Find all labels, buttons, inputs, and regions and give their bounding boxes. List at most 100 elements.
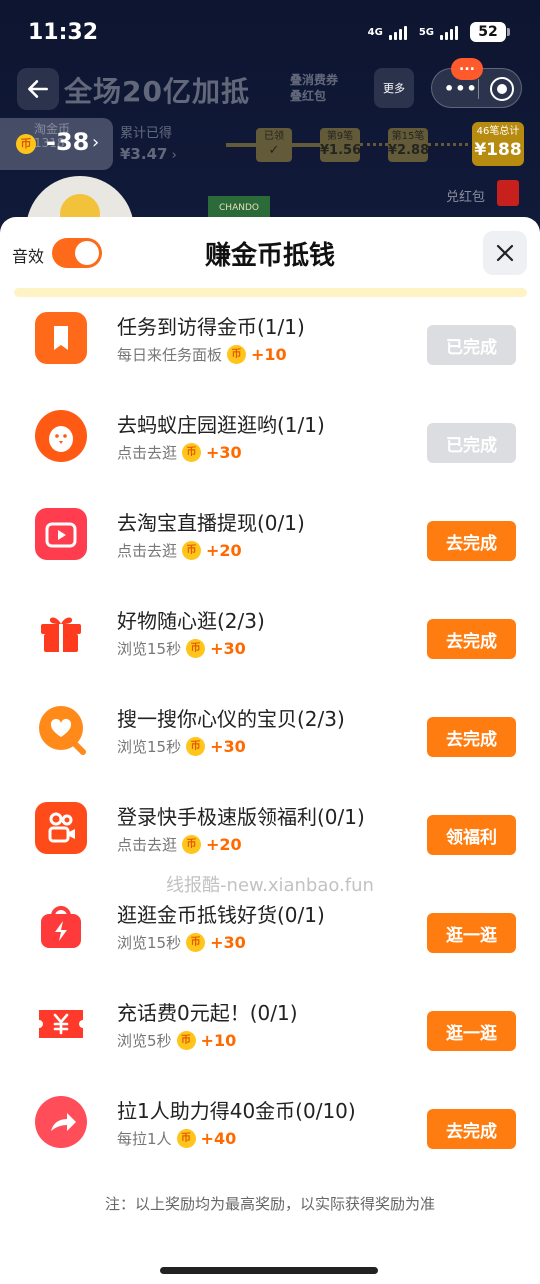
close-icon	[496, 244, 514, 262]
status-bar: 11:32 4G 5G 52	[0, 0, 540, 66]
task-hint: 浏览15秒	[117, 640, 182, 658]
task-action-button[interactable]: 逛一逛	[427, 913, 516, 953]
coin-icon: 币	[186, 737, 206, 756]
close-button[interactable]	[483, 231, 527, 275]
task-item: 去蚂蚁庄园逛逛哟(1/1) 点击去逛 币 +30 已完成	[0, 397, 540, 495]
task-list: 任务到访得金币(1/1) 每日来任务面板 币 +10 已完成 去蚂蚁庄园逛逛哟(…	[0, 299, 540, 1181]
task-hint: 点击去逛	[117, 542, 178, 560]
task-item: 逛逛金币抵钱好货(0/1) 浏览15秒 币 +30 逛一逛	[0, 887, 540, 985]
task-reward: +30	[210, 933, 246, 952]
watermark-text: 线报酷-new.xianbao.fun	[166, 875, 374, 896]
task-title: 好物随心逛(2/3)	[117, 609, 265, 633]
stage-connector	[360, 143, 388, 147]
coin-icon: 币	[176, 1031, 196, 1050]
capsule-divider	[478, 79, 479, 99]
task-item: 拉1人助力得40金币(0/10) 每拉1人 币 +40 去完成	[0, 1083, 540, 1181]
close-miniapp-icon[interactable]	[490, 77, 514, 101]
bookmark-icon	[35, 312, 87, 364]
yuan-ticket-icon	[35, 998, 87, 1050]
task-action-button[interactable]: 逛一逛	[427, 1011, 516, 1051]
banner-sub-line-1: 叠消费券	[290, 73, 339, 87]
red-packet-icon	[497, 180, 519, 206]
sheet-header: 音效 赚金币抵钱	[0, 217, 540, 289]
stage-connector	[226, 143, 256, 147]
task-reward: +40	[200, 1129, 237, 1148]
stage-connector	[292, 143, 320, 147]
task-action-button[interactable]: 领福利	[427, 815, 516, 855]
coin-delta: -38	[46, 128, 90, 156]
sheet-title: 赚金币抵钱	[204, 241, 335, 271]
more-button[interactable]: 更多	[374, 68, 414, 108]
stage-9: 第9笔 ¥1.56	[320, 128, 361, 162]
task-title: 拉1人助力得40金币(0/10)	[117, 1099, 356, 1123]
stage-received: 已领 ✓	[256, 128, 292, 162]
coin-balance-pill[interactable]: 淘金币 1318 币 -38 ›	[0, 118, 113, 170]
task-hint: 浏览5秒	[117, 1032, 172, 1050]
task-reward: +20	[206, 541, 242, 560]
task-action-button[interactable]: 去完成	[427, 521, 516, 561]
task-subtitle: 浏览5秒 币 +10	[117, 1030, 236, 1051]
task-title: 去淘宝直播提现(0/1)	[117, 511, 305, 535]
arrow-left-icon	[28, 80, 48, 98]
task-hint: 点击去逛	[117, 836, 178, 854]
task-reward: +10	[200, 1031, 237, 1050]
redeem-red-packet-link[interactable]: 兑红包	[446, 186, 485, 205]
task-hint: 浏览15秒	[117, 738, 182, 756]
task-hint: 每日来任务面板	[117, 346, 223, 364]
coin-icon: 币	[182, 835, 202, 854]
header-highlight-strip	[14, 288, 527, 297]
stage-15: 第15笔 ¥2.88	[388, 128, 429, 162]
banner-sub-line-2: 叠红包	[290, 89, 327, 103]
coin-icon: 币	[182, 443, 202, 462]
task-subtitle: 浏览15秒 币 +30	[117, 736, 246, 757]
back-button[interactable]	[17, 68, 59, 110]
task-title: 任务到访得金币(1/1)	[117, 315, 305, 339]
notification-badge: ...	[451, 58, 483, 80]
task-subtitle: 点击去逛 币 +30	[117, 442, 242, 463]
banner-subtitle: 叠消费券 叠红包	[290, 72, 338, 104]
signal-icon	[388, 24, 407, 40]
status-time: 11:32	[28, 20, 99, 45]
chevron-right-icon: ›	[92, 132, 100, 153]
progress-row: 淘金币 1318 币 -38 › 累计已得 ¥3.47 › 已领 ✓ 第9笔 ¥1.5…	[0, 118, 540, 178]
stage-connector	[428, 143, 468, 147]
task-reward: +10	[251, 345, 287, 364]
signal-icon-2	[440, 24, 458, 40]
task-subtitle: 点击去逛 币 +20	[117, 540, 242, 561]
stage-total: 46笔总计 ¥188	[472, 122, 524, 166]
task-item: 充话费0元起！(0/1) 浏览5秒 币 +10 逛一逛	[0, 985, 540, 1083]
status-indicators: 4G 5G 52	[367, 22, 510, 42]
coin-icon: 币	[186, 933, 206, 952]
task-title: 逛逛金币抵钱好货(0/1)	[117, 903, 325, 927]
gift-icon	[35, 606, 87, 658]
task-hint: 点击去逛	[117, 444, 178, 462]
task-title: 充话费0元起！(0/1)	[117, 1001, 298, 1025]
footnote: 注：以上奖励均为最高奖励，以实际获得奖励为准	[104, 1195, 435, 1213]
home-indicator[interactable]	[160, 1267, 378, 1274]
task-reward: +30	[210, 639, 246, 658]
task-subtitle: 点击去逛 币 +20	[117, 834, 242, 855]
task-action-button[interactable]: 去完成	[427, 619, 516, 659]
kuaishou-icon	[35, 802, 87, 854]
banner-title: 全场20亿加抵	[64, 75, 250, 108]
shopping-bag-icon	[35, 900, 87, 952]
task-action-button[interactable]: 去完成	[427, 1109, 516, 1149]
task-item: 好物随心逛(2/3) 浏览15秒 币 +30 去完成	[0, 593, 540, 691]
task-reward: +30	[210, 737, 246, 756]
more-dots-icon[interactable]: •••	[444, 79, 478, 98]
coin-icon: 币	[176, 1129, 196, 1148]
live-tv-icon	[35, 508, 87, 560]
heart-search-icon	[35, 704, 87, 756]
task-action-button[interactable]: 去完成	[427, 717, 516, 757]
task-action-button[interactable]: 已完成	[427, 423, 516, 463]
network-label-4g: 4G	[367, 26, 383, 38]
task-title: 去蚂蚁庄园逛逛哟(1/1)	[117, 413, 325, 437]
coin-icon: 币	[227, 345, 247, 364]
earn-coins-sheet: 音效 赚金币抵钱 任务到访得金币(1/1) 每日来任务面板 币 +10 已完成 …	[0, 217, 540, 1284]
cumulative-earned: 累计已得 ¥3.47 ›	[120, 126, 177, 163]
task-subtitle: 浏览15秒 币 +30	[117, 932, 246, 953]
battery-icon: 52	[470, 22, 510, 42]
chick-icon	[35, 410, 87, 462]
task-reward: +20	[206, 835, 242, 854]
task-action-button[interactable]: 已完成	[427, 325, 516, 365]
